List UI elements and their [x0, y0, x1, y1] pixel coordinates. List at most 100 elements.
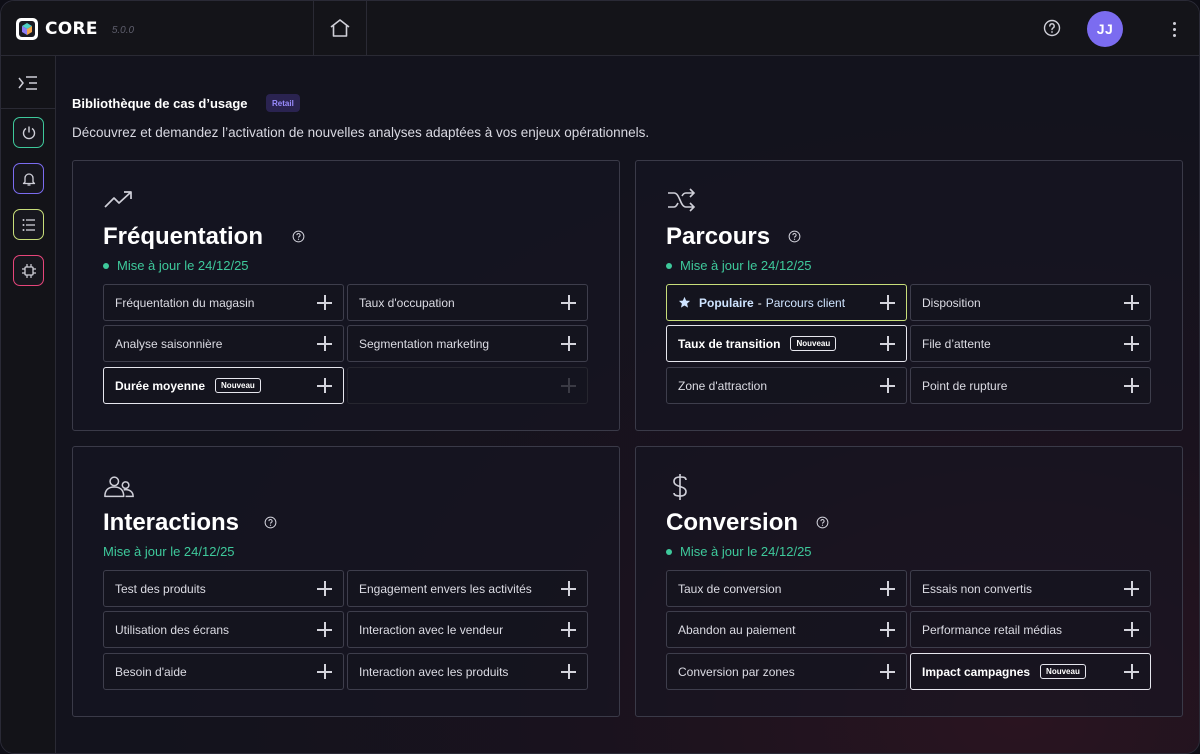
sidebar-item-processor[interactable] — [13, 255, 44, 286]
sidebar-item-alerts[interactable] — [13, 163, 44, 194]
usecase-label: Zone d'attraction — [678, 378, 768, 393]
sidebar-item-list[interactable] — [13, 209, 44, 240]
help-circle-icon[interactable] — [788, 230, 801, 243]
core-logo-icon — [16, 18, 38, 40]
usecase-tile-new[interactable]: Impact campagnes Nouveau — [910, 653, 1151, 690]
plus-icon — [317, 581, 332, 596]
usecase-tile[interactable]: Disposition — [910, 284, 1151, 321]
plus-icon — [880, 336, 895, 351]
usecase-tile[interactable]: Conversion par zones — [666, 653, 907, 690]
app-version: 5.0.0 — [111, 24, 135, 36]
usecase-label: File d’attente — [922, 336, 991, 351]
usecase-tile[interactable]: Abandon au paiement — [666, 611, 907, 648]
help-circle-icon[interactable] — [264, 516, 277, 529]
user-avatar[interactable]: JJ — [1087, 11, 1123, 47]
usecase-label: Engagement envers les activités — [359, 581, 532, 596]
usecase-tile[interactable]: Taux de conversion — [666, 570, 907, 607]
plus-icon — [317, 336, 332, 351]
card-title: Fréquentation — [103, 223, 263, 250]
plus-icon — [317, 378, 332, 393]
usecase-tile[interactable]: Engagement envers les activités — [347, 570, 588, 607]
plus-icon — [880, 581, 895, 596]
usecase-label: Fréquentation du magasin — [115, 295, 255, 310]
usecase-tile[interactable]: Taux d'occupation — [347, 284, 588, 321]
plus-icon — [561, 581, 576, 596]
plus-icon — [1124, 622, 1139, 637]
usecase-tile[interactable]: File d’attente — [910, 325, 1151, 362]
card-title: Conversion — [666, 509, 799, 536]
home-icon — [330, 19, 350, 37]
kebab-dot — [1172, 33, 1176, 37]
shuffle-icon — [668, 188, 696, 212]
usecase-tile[interactable]: Utilisation des écrans — [103, 611, 344, 648]
plus-icon — [561, 664, 576, 679]
usecase-label: Durée moyenne — [115, 378, 206, 393]
plus-icon — [561, 622, 576, 637]
usecase-tile[interactable]: Performance retail médias — [910, 611, 1151, 648]
usecase-tile-new[interactable]: Durée moyenne Nouveau — [103, 367, 344, 404]
sidebar-item-power[interactable] — [13, 117, 44, 148]
usecase-label: Conversion par zones — [678, 664, 795, 679]
help-circle-icon[interactable] — [816, 516, 829, 529]
sidebar-expand-icon — [18, 76, 37, 90]
usecase-label: Test des produits — [115, 581, 206, 596]
app-logo[interactable]: CORE 5.0.0 — [15, 15, 134, 43]
card-title: Parcours — [666, 223, 771, 250]
usecase-tile[interactable]: Interaction avec les produits — [347, 653, 588, 690]
card-conversion: Conversion Mise à jour le 24/12/25 Taux … — [635, 446, 1183, 717]
update-status: Mise à jour le 24/12/25 — [666, 544, 812, 559]
usecase-label: Abandon au paiement — [678, 622, 796, 637]
usecase-tile-popular[interactable]: Populaire - Parcours client — [666, 284, 907, 321]
plus-icon — [317, 622, 332, 637]
usecase-tile[interactable]: Point de rupture — [910, 367, 1151, 404]
usecase-tile[interactable]: Besoin d'aide — [103, 653, 344, 690]
top-bar: CORE 5.0.0 JJ — [1, 1, 1199, 56]
update-status: Mise à jour le 24/12/25 — [666, 258, 812, 273]
new-badge: Nouveau — [1040, 664, 1086, 679]
usecase-label: Taux de transition — [678, 336, 781, 351]
popular-separator: - — [757, 295, 762, 310]
help-circle-icon[interactable] — [292, 230, 305, 243]
kebab-dot — [1172, 21, 1176, 25]
plus-icon — [317, 295, 332, 310]
kebab-menu-button[interactable] — [1164, 17, 1184, 41]
retail-badge: Retail — [266, 94, 300, 112]
usecase-label: Parcours client — [765, 295, 846, 310]
trending-up-icon — [104, 191, 132, 208]
usecase-tile[interactable]: Interaction avec le vendeur — [347, 611, 588, 648]
usecase-tile[interactable]: Analyse saisonnière — [103, 325, 344, 362]
home-button[interactable] — [314, 1, 366, 55]
main-content: Bibliothèque de cas d’usage Retail Décou… — [56, 56, 1199, 753]
new-badge: Nouveau — [790, 336, 837, 351]
update-status-text: Mise à jour le 24/12/25 — [680, 258, 812, 273]
usecase-label: Disposition — [922, 295, 981, 310]
help-button[interactable] — [1041, 17, 1063, 39]
card-parcours: Parcours Mise à jour le 24/12/25 Populai… — [635, 160, 1183, 431]
usecase-tile[interactable]: Fréquentation du magasin — [103, 284, 344, 321]
list-icon — [22, 218, 35, 231]
plus-icon — [1124, 664, 1139, 679]
star-icon — [678, 296, 691, 308]
usecase-label: Taux de conversion — [678, 581, 782, 596]
divider — [1, 108, 56, 109]
status-dot — [103, 262, 109, 269]
power-icon — [22, 126, 35, 139]
usecase-label: Essais non convertis — [922, 581, 1033, 596]
usecase-tile[interactable]: Segmentation marketing — [347, 325, 588, 362]
usecase-tile[interactable]: Zone d'attraction — [666, 367, 907, 404]
plus-icon — [561, 378, 576, 393]
usecase-tile[interactable]: Essais non convertis — [910, 570, 1151, 607]
usecase-tile[interactable]: Test des produits — [103, 570, 344, 607]
plus-icon — [1124, 378, 1139, 393]
plus-icon — [1124, 336, 1139, 351]
plus-icon — [880, 295, 895, 310]
card-title: Interactions — [103, 509, 240, 536]
usecase-label: Taux d'occupation — [359, 295, 455, 310]
update-status: Mise à jour le 24/12/25 — [103, 258, 249, 273]
usecase-label: Impact campagnes — [922, 664, 1031, 679]
usecase-label: Besoin d'aide — [115, 664, 187, 679]
users-icon — [104, 476, 134, 498]
sidebar-toggle-button[interactable] — [15, 72, 41, 94]
usecase-tile-new[interactable]: Taux de transition Nouveau — [666, 325, 907, 362]
plus-icon — [561, 295, 576, 310]
